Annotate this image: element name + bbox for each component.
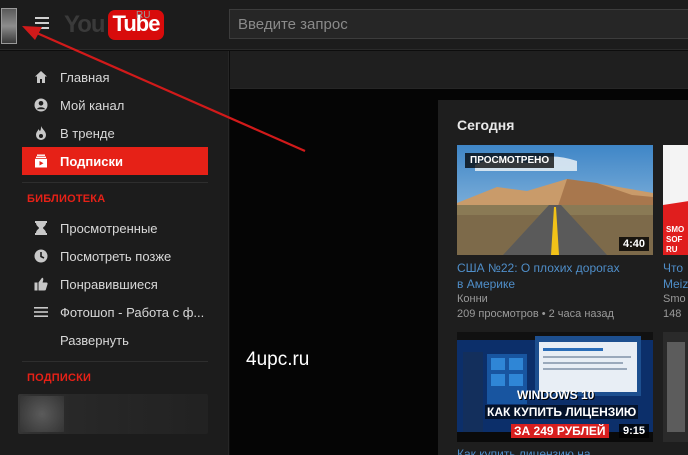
video-title-line[interactable]: Как купить лицензию на (457, 446, 591, 455)
home-icon (33, 69, 49, 85)
watched-badge: ПРОСМОТРЕНО (465, 153, 555, 168)
video-meta: 148 (663, 308, 682, 320)
sidebar-item-history[interactable]: Просмотренные (22, 214, 208, 242)
flame-icon (33, 125, 49, 141)
video-duration: 4:40 (618, 237, 649, 251)
thumbs-up-icon (33, 276, 49, 292)
logo-you-text: You (64, 11, 106, 38)
search-input[interactable] (230, 10, 688, 38)
sidebar-item-liked[interactable]: Понравившиеся (22, 270, 208, 298)
expand-spacer (33, 332, 49, 348)
history-icon (33, 220, 49, 236)
video-channel-name[interactable]: Конни (457, 292, 488, 306)
main-top-strip (230, 51, 688, 89)
video-meta: 209 просмотров • 2 часа назад (457, 308, 614, 320)
browser-tab-thumbnail[interactable] (1, 8, 17, 44)
thumbnail-headline: ЗА 249 РУБЛЕЙ (511, 424, 609, 438)
blurred-subscription-item[interactable] (18, 394, 208, 434)
sidebar-item-label: В тренде (60, 125, 115, 141)
feed-section-title: Сегодня (457, 117, 515, 133)
thumbnail-headline: WINDOWS 10 (517, 388, 595, 402)
sidebar-item-label: Понравившиеся (60, 276, 158, 292)
sidebar-expand-button[interactable]: Развернуть (22, 326, 208, 354)
video-thumbnail[interactable]: WINDOWS 10 КАК КУПИТЬ ЛИЦЕНЗИЮ ЗА 249 РУ… (457, 332, 653, 442)
sidebar-item-home[interactable]: Главная (22, 63, 208, 91)
subscriptions-icon (33, 153, 49, 169)
search-box[interactable] (229, 9, 688, 39)
video-title-line[interactable]: США №22: О плохих дорогах (457, 260, 620, 276)
video-title-line[interactable]: Meiz (663, 276, 688, 292)
sidebar-item-label: Подписки (60, 153, 123, 169)
playlist-icon (33, 304, 49, 320)
video-channel-name[interactable]: Smo (663, 292, 686, 306)
sidebar-item-label: Просмотренные (60, 220, 158, 236)
thumbnail-headline: КАК КУПИТЬ ЛИЦЕНЗИЮ (485, 405, 639, 419)
site-watermark: 4upc.ru (246, 349, 310, 370)
hamburger-menu-icon[interactable] (32, 14, 52, 36)
sidebar-item-subscriptions[interactable]: Подписки (22, 147, 208, 175)
subscriptions-section-title: ПОДПИСКИ (27, 372, 92, 384)
video-thumbnail[interactable]: ПРОСМОТРЕНО 4:40 (457, 145, 653, 255)
top-bar: You Tube RU (0, 0, 688, 50)
guide-sidebar: Главная Мой канал В тренде Подписки БИБЛ… (0, 51, 229, 455)
sidebar-divider (22, 361, 208, 362)
sidebar-item-label: Главная (60, 69, 110, 85)
library-section-title: БИБЛИОТЕКА (27, 193, 106, 205)
video-thumbnail[interactable] (663, 332, 688, 442)
sidebar-item-label: Посмотреть позже (60, 248, 172, 264)
sidebar-item-label: Мой канал (60, 97, 125, 113)
thumbnail-text: RU (666, 245, 678, 254)
feed-panel: Сегодня ПРОСМОТРЕНО 4:40 США №22: О плох… (438, 100, 688, 455)
thumbnail-text: SOF (666, 235, 683, 244)
channel-avatar (20, 396, 64, 432)
sidebar-item-trending[interactable]: В тренде (22, 119, 208, 147)
sidebar-item-playlist[interactable]: Фотошоп - Работа с ф... (22, 298, 208, 326)
video-card-partial[interactable]: SMO SOF RU Что Meiz Smo 148 (663, 145, 688, 320)
sidebar-divider (22, 182, 208, 183)
clock-icon (33, 248, 49, 264)
thumbnail-text: SMO (666, 225, 685, 234)
logo-region-label: RU (136, 10, 151, 21)
account-icon (33, 97, 49, 113)
sidebar-item-watch-later[interactable]: Посмотреть позже (22, 242, 208, 270)
sidebar-item-label: Развернуть (60, 332, 129, 348)
sidebar-item-label: Фотошоп - Работа с ф... (60, 304, 205, 320)
video-title-line[interactable]: в Америке (457, 276, 515, 292)
video-title-line[interactable]: Что (663, 260, 683, 276)
sidebar-item-my-channel[interactable]: Мой канал (22, 91, 208, 119)
video-duration: 9:15 (618, 424, 649, 438)
video-card-partial[interactable] (663, 332, 688, 455)
